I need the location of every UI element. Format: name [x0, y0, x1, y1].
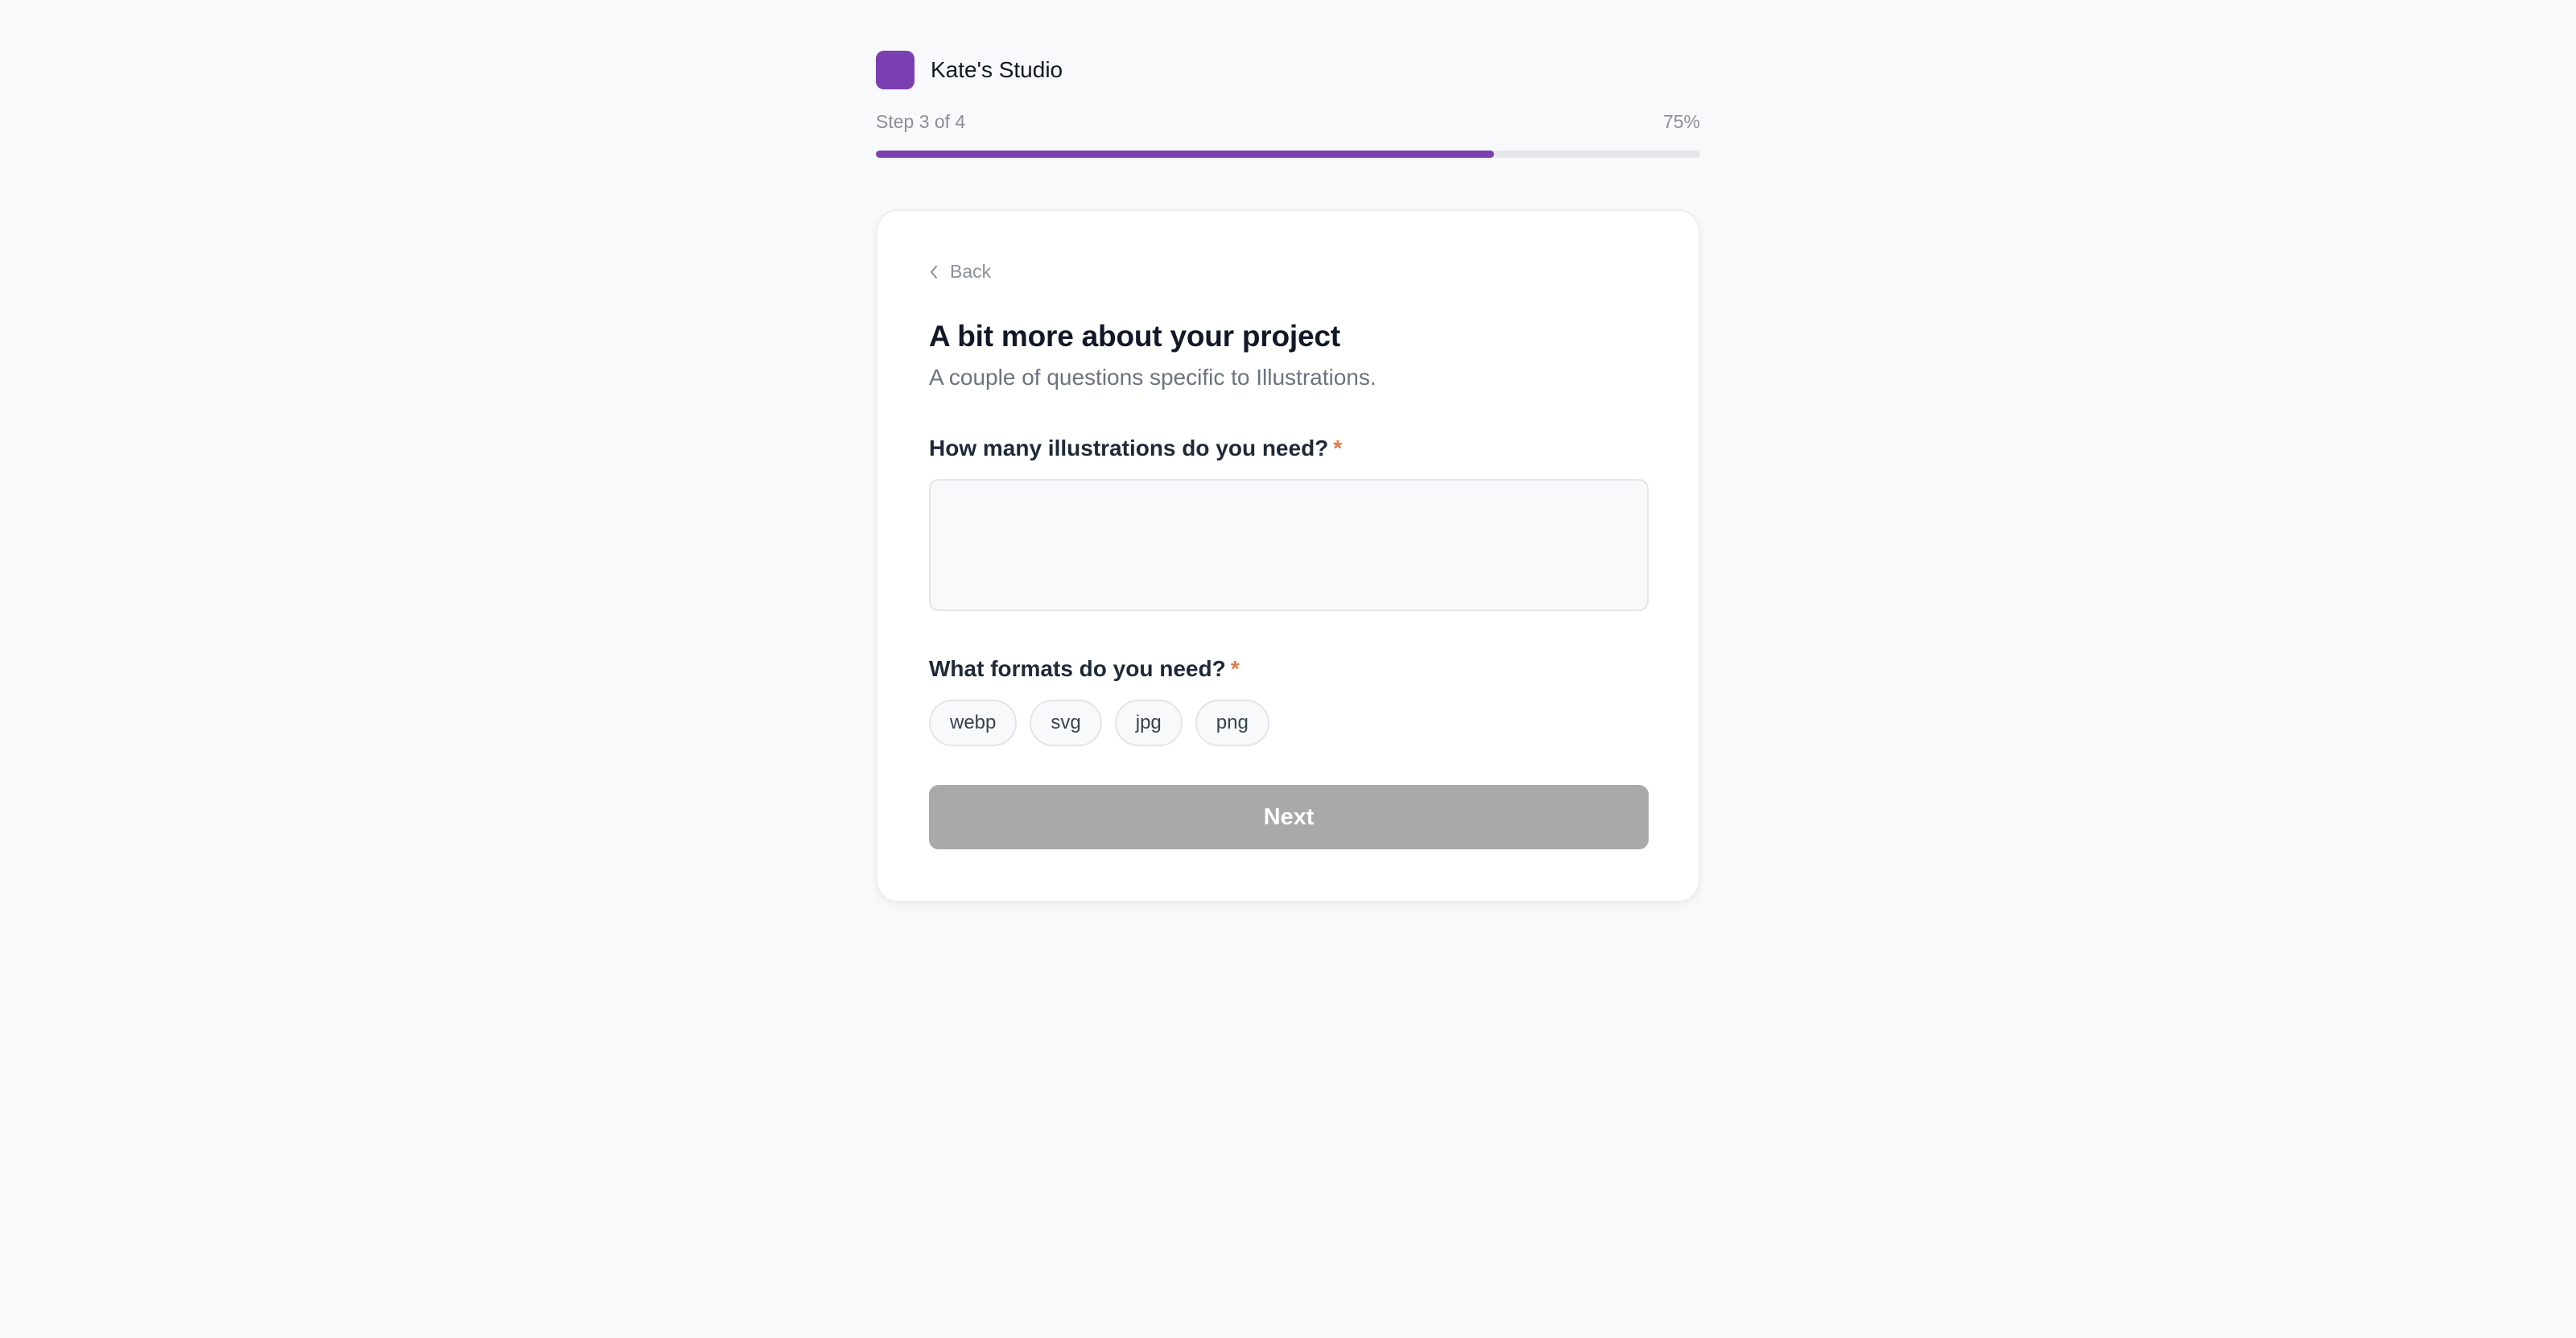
formats-label: What formats do you need? * — [929, 656, 1647, 682]
format-chip-jpg[interactable]: jpg — [1114, 700, 1183, 746]
step-indicator: Step 3 of 4 — [876, 111, 966, 132]
format-options: webp svg jpg png — [929, 700, 1647, 746]
illustration-count-label: How many illustrations do you need? * — [929, 436, 1647, 461]
progress-bar — [876, 151, 1700, 158]
brand-name: Kate's Studio — [931, 57, 1063, 82]
formats-label-text: What formats do you need? — [929, 656, 1226, 681]
page-subtitle: A couple of questions specific to Illust… — [929, 365, 1377, 390]
next-button[interactable]: Next — [929, 785, 1649, 849]
back-link[interactable]: Back — [929, 261, 991, 283]
page-title: A bit more about your project — [929, 320, 1340, 353]
format-chip-png[interactable]: png — [1195, 700, 1269, 746]
brand-header: Kate's Studio — [876, 50, 1700, 90]
format-chip-webp[interactable]: webp — [929, 700, 1018, 746]
illustration-count-label-text: How many illustrations do you need? — [929, 436, 1329, 460]
question-card: Back A bit more about your project A cou… — [876, 209, 1700, 902]
required-asterisk: * — [1333, 436, 1343, 460]
format-chip-svg[interactable]: svg — [1030, 700, 1102, 746]
required-asterisk: * — [1230, 656, 1240, 681]
back-label: Back — [950, 261, 992, 282]
illustration-count-input[interactable] — [929, 479, 1649, 611]
progress-header: Step 3 of 4 75% — [876, 111, 1700, 133]
chevron-left-icon — [931, 265, 937, 279]
progress-bar-fill — [876, 151, 1494, 158]
progress-percent: 75% — [1662, 111, 1700, 132]
studio-logo-icon — [876, 51, 914, 89]
onboarding-container: Kate's Studio Step 3 of 4 75% Back A bit… — [876, 50, 1700, 902]
